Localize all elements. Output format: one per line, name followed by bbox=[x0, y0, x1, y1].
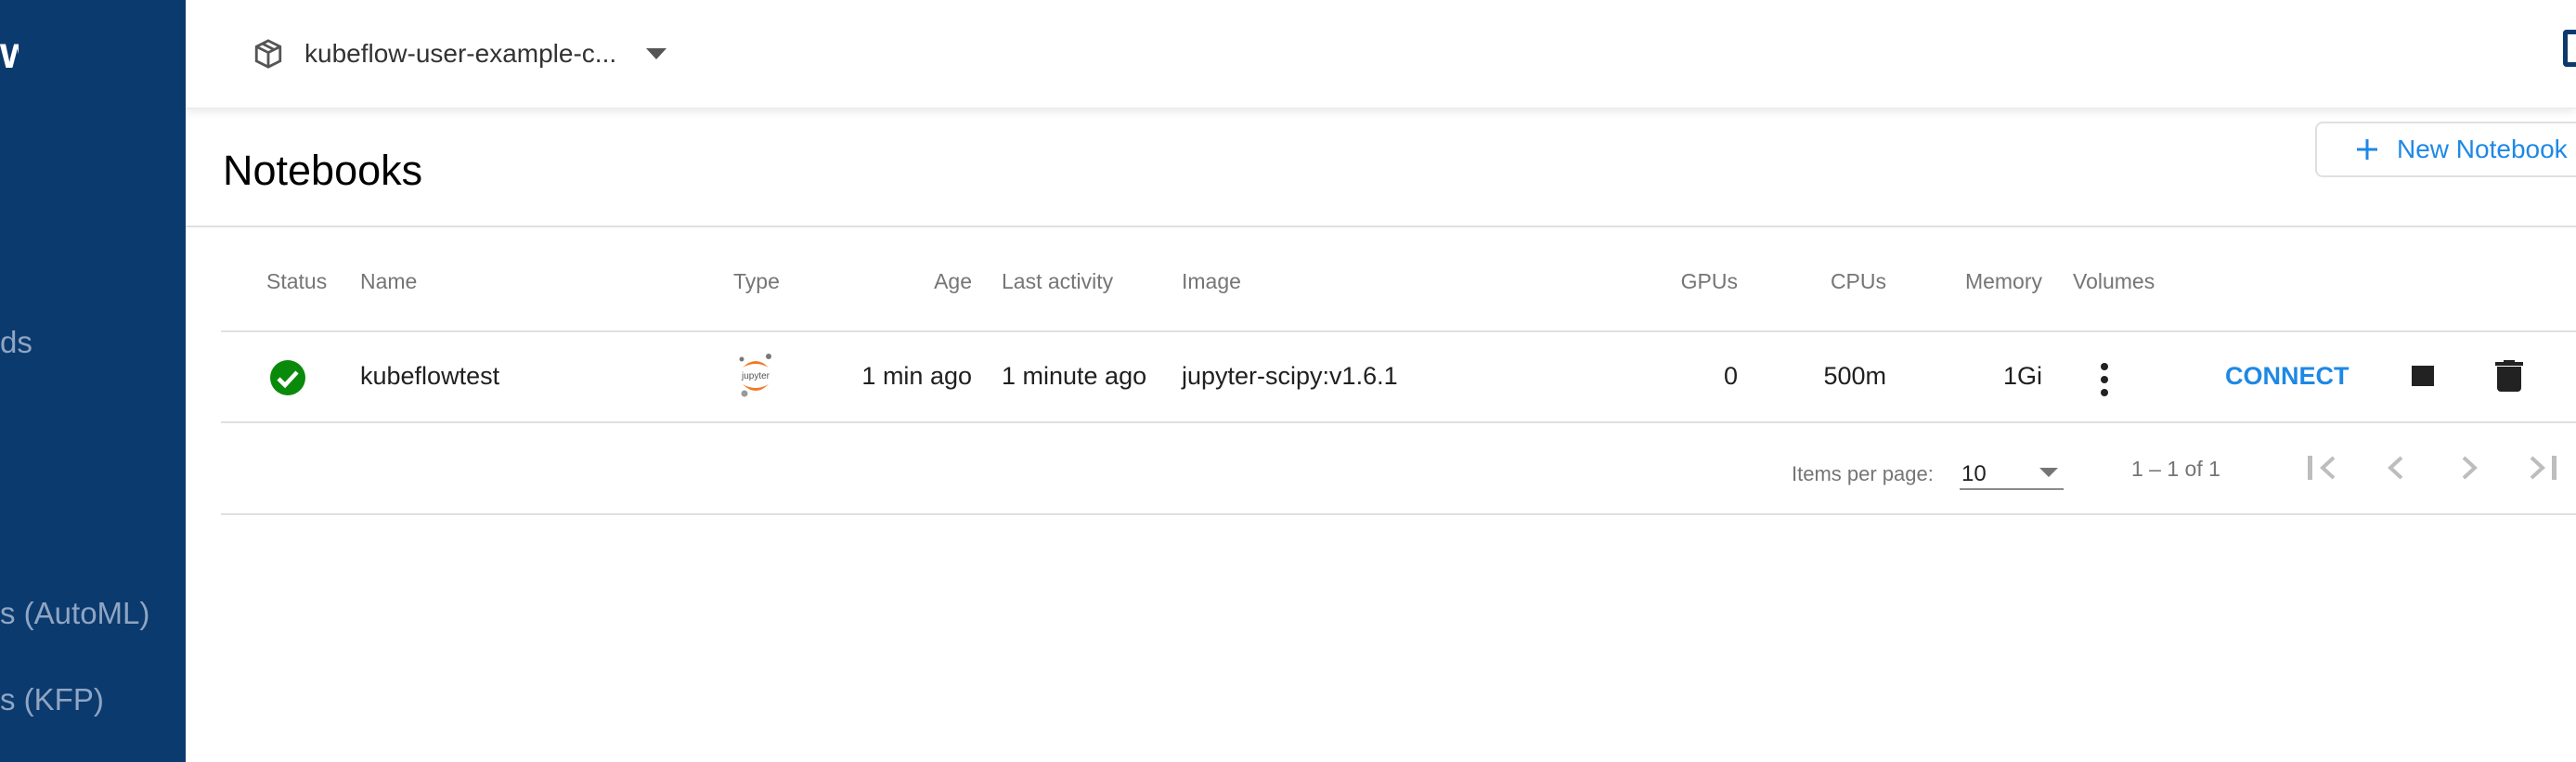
notebook-gpus: 0 bbox=[1723, 362, 1738, 390]
stop-icon[interactable] bbox=[2412, 366, 2434, 386]
status-ready-icon bbox=[270, 360, 305, 395]
previous-page-icon[interactable] bbox=[2386, 455, 2404, 481]
new-notebook-label: New Notebook bbox=[2397, 135, 2568, 163]
notebook-memory: 1Gi bbox=[2002, 362, 2042, 390]
col-status: Status bbox=[266, 269, 328, 293]
notebook-age: 1 min ago bbox=[861, 362, 972, 390]
page-title: Notebooks bbox=[223, 147, 423, 194]
sidebar-item-automl[interactable]: s (AutoML) bbox=[0, 596, 149, 631]
more-vert-icon[interactable] bbox=[2100, 362, 2109, 397]
caret-down-icon bbox=[646, 48, 667, 59]
divider bbox=[186, 226, 2576, 227]
pagination-divider bbox=[221, 513, 2576, 515]
items-per-page-label: Items per page: bbox=[1792, 462, 1934, 485]
col-type: Type bbox=[733, 269, 780, 293]
col-gpus[interactable]: GPUs bbox=[1578, 269, 1738, 294]
sidebar-item[interactable]: ds bbox=[0, 325, 32, 360]
items-per-page-select[interactable]: 10 bbox=[1960, 455, 2064, 490]
caret-down-icon bbox=[2039, 468, 2058, 477]
logo: w bbox=[0, 29, 19, 78]
notebook-cpus: 500m bbox=[1823, 362, 1886, 390]
col-volumes: Volumes bbox=[2073, 269, 2155, 293]
delete-icon[interactable] bbox=[2495, 360, 2523, 392]
notebook-image: jupyter-scipy:v1.6.1 bbox=[1182, 362, 1398, 390]
first-page-icon[interactable] bbox=[2308, 455, 2336, 481]
namespace-label: kubeflow-user-example-c... bbox=[304, 39, 617, 68]
plus-icon bbox=[2357, 139, 2377, 160]
items-per-page-value: 10 bbox=[1961, 461, 1987, 486]
jupyter-icon: jupyter bbox=[739, 354, 771, 397]
svg-text:jupyter: jupyter bbox=[741, 371, 770, 381]
namespace-selector[interactable]: kubeflow-user-example-c... bbox=[252, 28, 667, 80]
package-icon bbox=[254, 39, 282, 69]
col-last-activity[interactable]: Last activity bbox=[1002, 269, 1113, 294]
new-notebook-button[interactable]: New Notebook bbox=[2315, 122, 2576, 177]
logout-icon[interactable] bbox=[2563, 30, 2576, 67]
col-memory[interactable]: Memory bbox=[1912, 269, 2042, 294]
connect-button[interactable]: CONNECT bbox=[2225, 362, 2349, 391]
notebook-last-activity: 1 minute ago bbox=[1002, 362, 1147, 390]
notebook-name[interactable]: kubeflowtest bbox=[360, 362, 499, 391]
row-divider bbox=[221, 421, 2576, 423]
col-age[interactable]: Age bbox=[835, 269, 972, 294]
sidebar-item-kfp[interactable]: s (KFP) bbox=[0, 682, 104, 717]
header-divider bbox=[221, 330, 2576, 332]
col-cpus[interactable]: CPUs bbox=[1764, 269, 1886, 294]
col-image[interactable]: Image bbox=[1182, 269, 1241, 294]
next-page-icon[interactable] bbox=[2461, 455, 2479, 481]
last-page-icon[interactable] bbox=[2530, 455, 2557, 481]
col-name[interactable]: Name bbox=[360, 269, 417, 294]
top-bar: kubeflow-user-example-c... bbox=[186, 0, 2576, 109]
sidebar: w ds s (AutoML) s (KFP) bbox=[0, 0, 186, 762]
page-range: 1 – 1 of 1 bbox=[2131, 457, 2220, 481]
